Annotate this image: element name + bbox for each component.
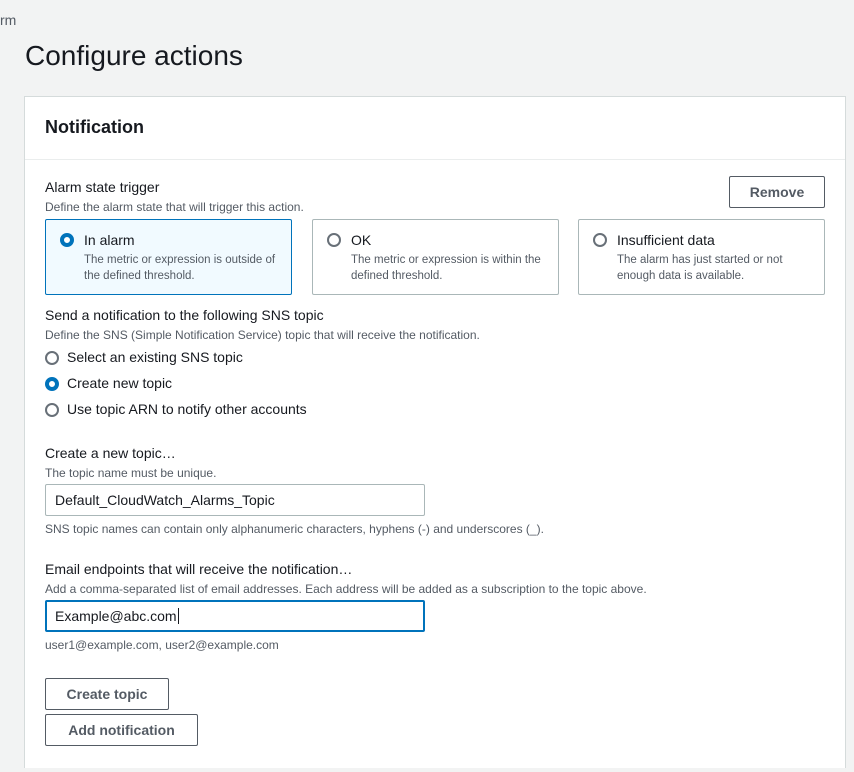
topic-name-input[interactable]: Default_CloudWatch_Alarms_Topic: [45, 484, 425, 516]
radio-selected-icon[interactable]: [45, 377, 59, 391]
add-notification-button[interactable]: Add notification: [45, 714, 198, 746]
tile-description: The metric or expression is within the d…: [351, 254, 541, 282]
create-topic-button[interactable]: Create topic: [45, 678, 169, 710]
sns-description: Define the SNS (Simple Notification Serv…: [45, 328, 480, 342]
email-input[interactable]: Example@abc.com: [45, 600, 425, 632]
radio-label: Create new topic: [67, 375, 173, 391]
alarm-state-label: Alarm state trigger: [45, 179, 160, 195]
tile-title: In alarm: [84, 232, 135, 248]
tile-title: OK: [351, 232, 372, 248]
radio-unselected-icon[interactable]: [327, 233, 341, 247]
breadcrumb[interactable]: rm: [0, 12, 16, 28]
remove-button[interactable]: Remove: [729, 176, 825, 208]
panel-title: Notification: [45, 117, 144, 137]
tile-insufficient-data[interactable]: Insufficient data The alarm has just sta…: [578, 219, 825, 295]
radio-label: Use topic ARN to notify other accounts: [67, 401, 307, 417]
tile-in-alarm[interactable]: In alarm The metric or expression is out…: [45, 219, 292, 295]
radio-unselected-icon[interactable]: [45, 351, 59, 365]
email-hint: user1@example.com, user2@example.com: [45, 638, 279, 652]
sns-label: Send a notification to the following SNS…: [45, 307, 324, 323]
tile-description: The metric or expression is outside of t…: [84, 254, 276, 282]
radio-unselected-icon[interactable]: [45, 403, 59, 417]
tile-title: Insufficient data: [617, 232, 715, 248]
new-topic-label: Create a new topic…: [45, 445, 176, 461]
email-label: Email endpoints that will receive the no…: [45, 561, 353, 577]
tile-description: The alarm has just started or not enough…: [617, 254, 783, 282]
radio-label: Select an existing SNS topic: [67, 349, 243, 365]
alarm-state-description: Define the alarm state that will trigger…: [45, 200, 304, 214]
email-description: Add a comma-separated list of email addr…: [45, 582, 647, 596]
text-caret: [177, 608, 179, 624]
new-topic-description: The topic name must be unique.: [45, 466, 217, 480]
topic-name-value: Default_CloudWatch_Alarms_Topic: [55, 492, 275, 508]
radio-unselected-icon[interactable]: [593, 233, 607, 247]
radio-selected-icon[interactable]: [60, 233, 74, 247]
tile-ok[interactable]: OK The metric or expression is within th…: [312, 219, 559, 295]
page-title: Configure actions: [25, 40, 243, 71]
panel-header: Notification: [25, 97, 845, 160]
notification-panel: Notification Alarm state trigger Define …: [24, 96, 846, 768]
topic-name-constraint: SNS topic names can contain only alphanu…: [45, 522, 544, 536]
email-value: Example@abc.com: [55, 608, 177, 624]
